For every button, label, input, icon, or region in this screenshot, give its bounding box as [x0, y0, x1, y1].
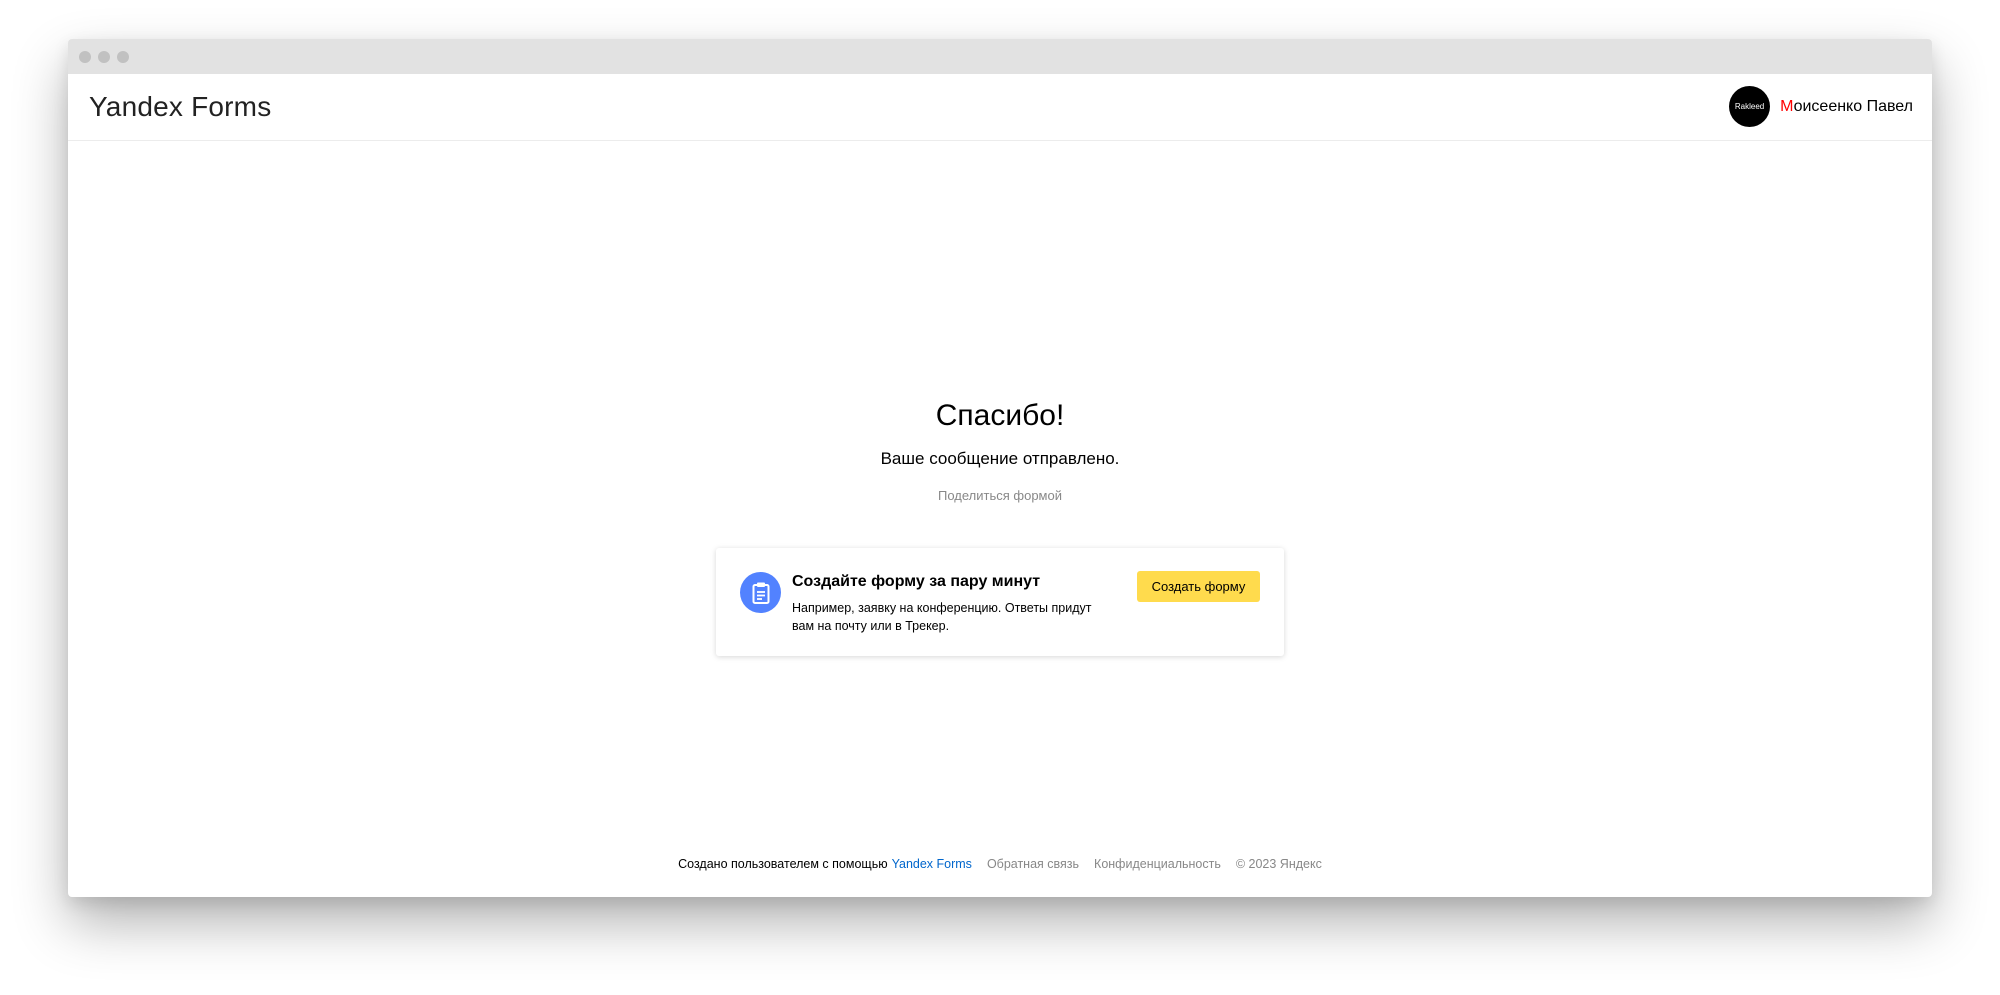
promo-title: Создайте форму за пару минут — [792, 573, 1041, 590]
footer-yandex-forms-link[interactable]: Yandex Forms — [892, 857, 972, 871]
promo-description: Например, заявку на конференцию. Ответы … — [792, 601, 1092, 633]
confirmation-message: Ваше сообщение отправлено. — [880, 449, 1120, 468]
create-form-promo-card: Создайте форму за пару минут Например, з… — [716, 548, 1284, 656]
footer-privacy-link[interactable]: Конфиденциальность — [1094, 857, 1221, 871]
user-name-first-letter: М — [1780, 97, 1794, 115]
footer-feedback-link[interactable]: Обратная связь — [987, 857, 1079, 871]
avatar[interactable]: Rakleed — [1729, 86, 1771, 127]
user-name[interactable]: Моисеенко Павел — [1780, 98, 1913, 116]
window-titlebar — [68, 39, 1932, 74]
yandex-forms-logo[interactable]: Yandex Forms — [89, 91, 271, 123]
window-minimize-dot[interactable] — [98, 51, 110, 63]
window-close-dot[interactable] — [79, 51, 91, 63]
browser-window: Yandex Forms Rakleed Моисеенко Павел Спа… — [68, 39, 1932, 897]
window-maximize-dot[interactable] — [117, 51, 129, 63]
footer-copyright: © 2023 Яндекс — [1235, 857, 1322, 871]
clipboard-icon — [740, 572, 781, 613]
user-name-rest: оисеенко Павел — [1793, 97, 1913, 115]
footer-made-with: Создано пользователем с помощью — [678, 857, 888, 871]
page-title: Спасибо! — [935, 399, 1065, 432]
page-header: Yandex Forms Rakleed Моисеенко Павел — [68, 74, 1932, 141]
page-footer: Создано пользователем с помощью Yandex F… — [68, 857, 1932, 871]
create-form-button[interactable]: Создать форму — [1137, 571, 1260, 602]
share-form-link[interactable]: Поделиться формой — [68, 488, 1932, 503]
user-menu[interactable]: Rakleed Моисеенко Павел — [1729, 86, 1913, 127]
